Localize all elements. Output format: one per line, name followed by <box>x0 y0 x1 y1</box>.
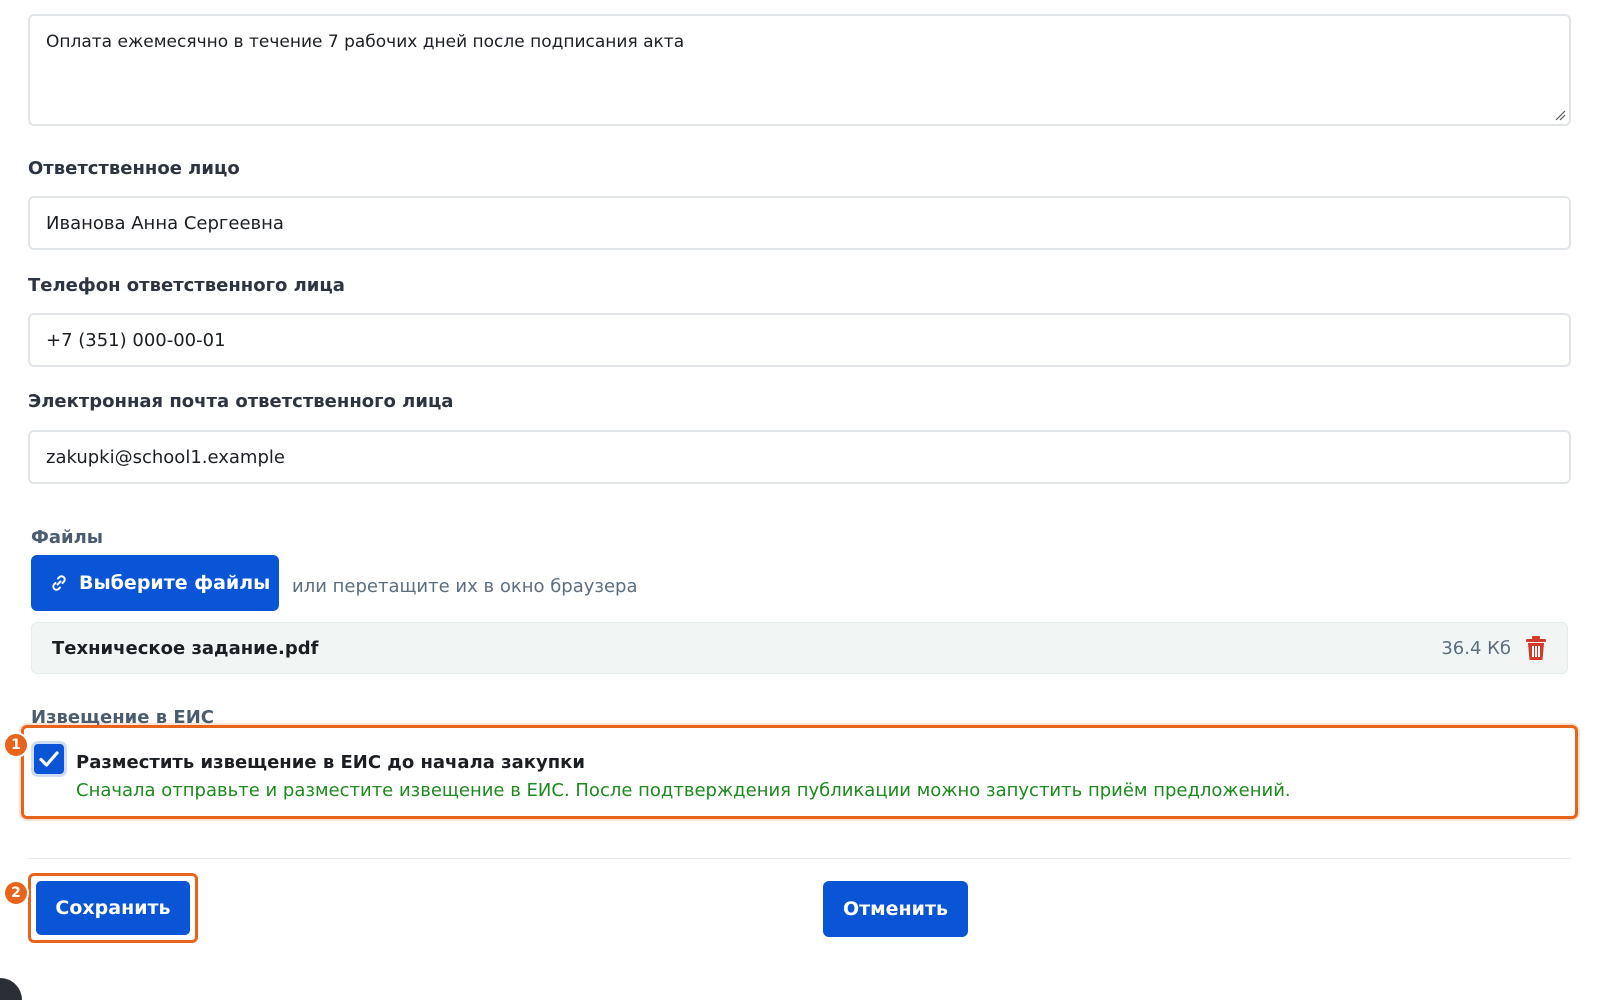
save-highlight: Сохранить <box>28 873 198 943</box>
phone-label: Телефон ответственного лица <box>28 275 345 296</box>
phone-value: +7 (351) 000-00-01 <box>46 329 226 351</box>
email-value: zakupki@school1.example <box>46 446 285 468</box>
email-label: Электронная почта ответственного лица <box>28 391 454 412</box>
save-button[interactable]: Сохранить <box>36 881 190 935</box>
step-marker-1: 1 <box>3 732 29 758</box>
payment-terms-value: Оплата ежемесячно в течение 7 рабочих дн… <box>46 32 685 52</box>
files-label: Файлы <box>31 527 104 548</box>
file-item: Техническое задание.pdf 36.4 Кб <box>31 622 1568 674</box>
cancel-button[interactable]: Отменить <box>823 881 968 937</box>
choose-files-label: Выберите файлы <box>79 572 271 594</box>
check-icon <box>39 751 59 767</box>
phone-input[interactable]: +7 (351) 000-00-01 <box>28 313 1571 367</box>
link-icon <box>49 573 69 593</box>
file-size: 36.4 Кб <box>1441 637 1511 659</box>
drop-hint: или перетащите их в окно браузера <box>292 576 638 597</box>
responsible-person-value: Иванова Анна Сергеевна <box>46 212 284 234</box>
choose-files-button[interactable]: Выберите файлы <box>31 555 279 611</box>
procurement-form: Оплата ежемесячно в течение 7 рабочих дн… <box>0 0 1600 1000</box>
responsible-person-input[interactable]: Иванова Анна Сергеевна <box>28 196 1571 250</box>
payment-terms-textarea[interactable]: Оплата ежемесячно в течение 7 рабочих дн… <box>28 14 1571 126</box>
window-corner <box>0 978 22 1000</box>
step-marker-2: 2 <box>3 880 29 906</box>
email-input[interactable]: zakupki@school1.example <box>28 430 1571 484</box>
trash-icon[interactable] <box>1525 635 1547 661</box>
resize-handle-icon[interactable] <box>1554 109 1566 121</box>
eis-checkbox-label: Разместить извещение в ЕИС до начала зак… <box>76 752 585 773</box>
divider <box>28 858 1571 859</box>
responsible-person-label: Ответственное лицо <box>28 158 240 179</box>
eis-checkbox[interactable] <box>34 744 64 774</box>
eis-description: Сначала отправьте и разместите извещение… <box>76 780 1291 801</box>
file-name: Техническое задание.pdf <box>52 637 319 659</box>
eis-notice-option: Разместить извещение в ЕИС до начала зак… <box>21 725 1578 819</box>
